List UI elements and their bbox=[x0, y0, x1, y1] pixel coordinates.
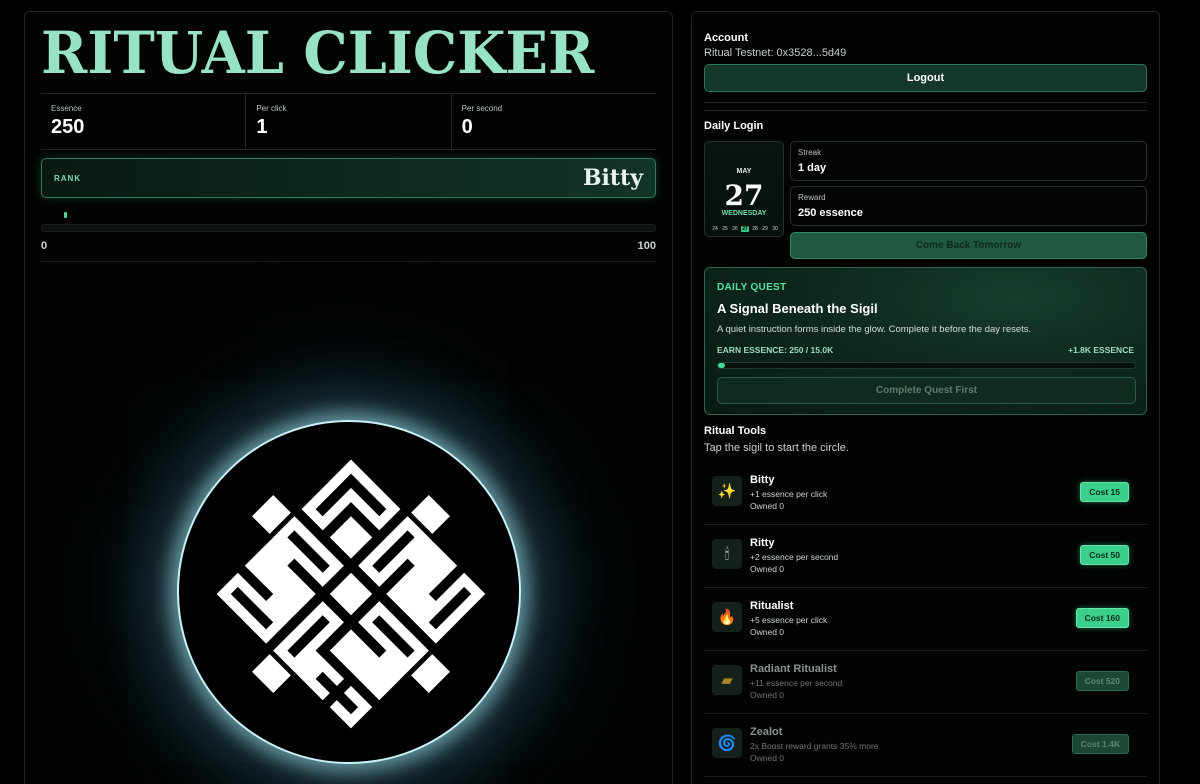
stat-value: 250 bbox=[51, 116, 85, 138]
calendar-week-day-active: 27 bbox=[741, 226, 749, 232]
tool-owned: Owned 0 bbox=[750, 501, 785, 511]
rank-banner: RANK Bitty bbox=[41, 158, 656, 198]
streak-label: Streak bbox=[798, 148, 822, 157]
tool-name: Ritty bbox=[750, 537, 775, 549]
divider bbox=[704, 102, 1147, 103]
game-panel: RITUAL CLICKER Essence 250 Per click 1 P… bbox=[24, 11, 673, 784]
sidebar-panel: Account Ritual Testnet: 0x3528...5d49 Lo… bbox=[691, 11, 1160, 784]
progress-marker bbox=[64, 212, 67, 218]
tool-description: +5 essence per click bbox=[750, 615, 828, 625]
calendar-week-row: 24 25 26 27 28 29 30 bbox=[711, 226, 779, 232]
calendar-week-day: 26 bbox=[732, 226, 738, 232]
tool-item-ritualist[interactable]: 🔥 Ritualist +5 essence per click Owned 0… bbox=[704, 588, 1147, 651]
calendar-month: MAY bbox=[736, 168, 752, 175]
stat-value: 0 bbox=[461, 116, 473, 138]
reward-value: 250 essence bbox=[798, 207, 863, 219]
calendar-week-day: 29 bbox=[762, 226, 768, 232]
tool-name: Bitty bbox=[750, 474, 775, 486]
spiral-icon: 🌀 bbox=[712, 728, 742, 758]
tool-owned: Owned 0 bbox=[750, 690, 785, 700]
tool-item-bitty[interactable]: ✨ Bitty +1 essence per click Owned 0 Cos… bbox=[704, 462, 1147, 525]
stat-value: 1 bbox=[256, 116, 268, 138]
calendar-card: MAY 27 WEDNESDAY 24 25 26 27 28 29 30 bbox=[704, 141, 784, 237]
rank-progress-bar bbox=[41, 224, 656, 232]
game-title: RITUAL CLICKER bbox=[41, 19, 595, 87]
progress-max-label: 100 bbox=[637, 240, 656, 252]
logout-button[interactable]: Logout bbox=[704, 64, 1147, 92]
calendar-week-day: 30 bbox=[772, 226, 778, 232]
stat-essence: Essence 250 bbox=[41, 94, 247, 149]
buy-button[interactable]: Cost 160 bbox=[1075, 608, 1129, 628]
quest-progress-fill bbox=[718, 363, 726, 368]
streak-box: Streak 1 day bbox=[790, 141, 1147, 181]
tool-description: +1 essence per click bbox=[750, 489, 828, 499]
quest-reward: +1.8K ESSENCE bbox=[1068, 345, 1134, 355]
quest-title: A Signal Beneath the Sigil bbox=[717, 301, 878, 316]
quest-progress-text: EARN ESSENCE: 250 / 15.0K bbox=[717, 345, 834, 355]
tools-title: Ritual Tools bbox=[704, 425, 767, 437]
stat-label: Essence bbox=[51, 104, 82, 113]
tool-owned: Owned 0 bbox=[750, 627, 785, 637]
calendar-week-day: 24 bbox=[712, 226, 718, 232]
divider bbox=[704, 110, 1147, 111]
scroll-icon: ▰ bbox=[712, 665, 742, 695]
tool-name: Ritualist bbox=[750, 600, 794, 612]
stat-label: Per second bbox=[461, 104, 503, 113]
progress-min-label: 0 bbox=[41, 240, 48, 252]
tool-item-radiant-ritualist[interactable]: ▰ Radiant Ritualist +11 essence per seco… bbox=[704, 651, 1147, 714]
stat-per-click: Per click 1 bbox=[246, 94, 452, 149]
tool-name: Zealot bbox=[750, 726, 783, 738]
streak-value: 1 day bbox=[798, 162, 827, 174]
account-title: Account bbox=[704, 32, 748, 44]
rank-label: RANK bbox=[54, 174, 82, 183]
tool-item-ritty[interactable]: 🕯 Ritty +2 essence per second Owned 0 Co… bbox=[704, 525, 1147, 588]
buy-button[interactable]: Cost 15 bbox=[1080, 482, 1129, 502]
quest-tag: DAILY QUEST bbox=[717, 282, 787, 293]
tools-subtitle: Tap the sigil to start the circle. bbox=[704, 442, 849, 454]
daily-login-title: Daily Login bbox=[704, 120, 764, 132]
wand-icon: ✨ bbox=[712, 476, 742, 506]
quest-progress-bar bbox=[717, 362, 1136, 369]
tool-item-zealot[interactable]: 🌀 Zealot 2x Boost reward grants 35% more… bbox=[704, 714, 1147, 777]
come-back-tomorrow-button[interactable]: Come Back Tomorrow bbox=[790, 232, 1147, 259]
complete-quest-button[interactable]: Complete Quest First bbox=[717, 377, 1136, 404]
calendar-week-day: 25 bbox=[722, 226, 728, 232]
reward-label: Reward bbox=[798, 193, 826, 202]
stat-label: Per click bbox=[256, 104, 287, 113]
stat-per-second: Per second 0 bbox=[452, 94, 656, 149]
calendar-weekday: WEDNESDAY bbox=[721, 210, 767, 217]
divider bbox=[41, 261, 656, 262]
stats-bar: Essence 250 Per click 1 Per second 0 bbox=[41, 93, 656, 150]
buy-button[interactable]: Cost 1.4K bbox=[1071, 734, 1129, 754]
endless-knot-icon bbox=[216, 459, 486, 729]
account-network: Ritual Testnet: 0x3528...5d49 bbox=[704, 47, 847, 59]
candle-icon: 🕯 bbox=[712, 539, 742, 569]
flame-icon: 🔥 bbox=[712, 602, 742, 632]
rank-name: Bitty bbox=[582, 165, 643, 191]
tool-name: Radiant Ritualist bbox=[750, 663, 837, 675]
buy-button[interactable]: Cost 50 bbox=[1080, 545, 1129, 565]
calendar-day: 27 bbox=[724, 179, 764, 212]
calendar-week-day: 28 bbox=[752, 226, 758, 232]
tool-owned: Owned 0 bbox=[750, 753, 785, 763]
tool-description: +11 essence per second bbox=[750, 678, 843, 688]
sigil-button[interactable] bbox=[177, 420, 521, 764]
tool-owned: Owned 0 bbox=[750, 564, 785, 574]
daily-quest-card: DAILY QUEST A Signal Beneath the Sigil A… bbox=[704, 267, 1147, 415]
buy-button[interactable]: Cost 520 bbox=[1075, 671, 1129, 691]
quest-description: A quiet instruction forms inside the glo… bbox=[717, 324, 1032, 335]
reward-box: Reward 250 essence bbox=[790, 186, 1147, 226]
tool-description: 2x Boost reward grants 35% more bbox=[750, 741, 879, 751]
tool-description: +2 essence per second bbox=[750, 552, 839, 562]
